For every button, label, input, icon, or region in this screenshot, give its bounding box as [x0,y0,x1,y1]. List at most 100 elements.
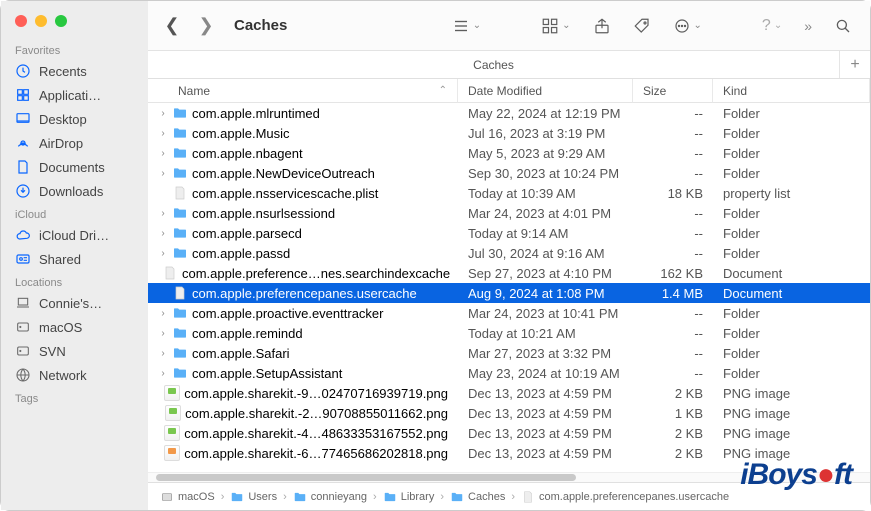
sidebar-item[interactable]: iCloud Dri… [1,223,148,247]
close-window-button[interactable] [15,15,27,27]
file-name: com.apple.Safari [192,346,290,361]
minimize-window-button[interactable] [35,15,47,27]
file-row[interactable]: com.apple.preference…nes.searchindexcach… [148,263,870,283]
path-segment[interactable]: com.apple.preferencepanes.usercache [521,490,729,504]
disclosure-icon[interactable]: › [158,208,168,219]
tab-bar: Caches + [148,51,870,79]
file-date: Dec 13, 2023 at 4:59 PM [458,426,633,441]
file-list[interactable]: ›com.apple.mlruntimed May 22, 2024 at 12… [148,103,870,482]
path-segment[interactable]: Library [383,490,435,504]
disclosure-icon[interactable]: › [158,248,168,259]
new-tab-button[interactable]: + [840,51,870,78]
file-row[interactable]: com.apple.sharekit.-2…90708855011662.png… [148,403,870,423]
file-row[interactable]: › com.apple.Safari Mar 27, 2023 at 3:32 P… [148,343,870,363]
file-date: Sep 30, 2023 at 10:24 PM [458,166,633,181]
file-row[interactable]: com.apple.sharekit.-6…77465686202818.png… [148,443,870,463]
file-row[interactable]: com.apple.preferencepanes.usercache Aug … [148,283,870,303]
column-header-kind[interactable]: Kind [713,79,870,103]
file-row[interactable]: ›com.apple.SetupAssistant May 23, 2024 a… [148,363,870,383]
disclosure-icon[interactable]: › [158,148,168,159]
file-kind: Folder [713,226,870,241]
sidebar-item[interactable]: macOS [1,315,148,339]
column-header-name[interactable]: Name⌃ [148,79,458,103]
file-row[interactable]: ›com.apple.passd Jul 30, 2024 at 9:16 AM… [148,243,870,263]
column-header-date[interactable]: Date Modified [458,79,633,103]
disclosure-icon[interactable]: › [158,308,168,319]
sidebar-item[interactable]: Desktop [1,107,148,131]
file-row[interactable]: ›com.apple.NewDeviceOutreach Sep 30, 202… [148,163,870,183]
view-mode-list-icon[interactable]: ⌄ [446,17,487,35]
sidebar-item[interactable]: Connie's… [1,291,148,315]
window-title: Caches [234,17,287,34]
file-name: com.apple.sharekit.-4…48633353167552.png [184,426,448,441]
maximize-window-button[interactable] [55,15,67,27]
sidebar-item[interactable]: Downloads [1,179,148,203]
file-row[interactable]: ›com.apple.mlruntimed May 22, 2024 at 12… [148,103,870,123]
png-icon [164,445,180,461]
file-row[interactable]: com.apple.sharekit.-9…02470716939719.png… [148,383,870,403]
file-row[interactable]: com.apple.nsservicescache.plist Today at… [148,183,870,203]
sidebar-item[interactable]: Network [1,363,148,387]
tab-caches[interactable]: Caches [148,51,840,78]
sidebar-item[interactable]: Applicati… [1,83,148,107]
png-icon [164,385,180,401]
path-segment[interactable]: macOS [160,490,215,504]
file-kind: PNG image [713,426,870,441]
sidebar-item[interactable]: Shared [1,247,148,271]
file-date: Today at 10:21 AM [458,326,633,341]
horizontal-scrollbar[interactable] [148,472,870,482]
file-name: com.apple.nsurlsessiond [192,206,335,221]
folder-icon [172,105,188,121]
search-icon[interactable] [828,17,858,35]
png-icon [165,405,181,421]
file-name: com.apple.Music [192,126,290,141]
disclosure-icon[interactable]: › [158,368,168,379]
disclosure-icon[interactable]: › [158,168,168,179]
folder-icon [172,325,188,341]
share-icon[interactable] [587,17,617,35]
path-bar[interactable]: macOS›Users›connieyang›Library›Caches›co… [148,482,870,510]
column-headers: Name⌃ Date Modified Size Kind [148,79,870,103]
file-date: Mar 27, 2023 at 3:32 PM [458,346,633,361]
sidebar-section-header: iCloud [1,203,148,223]
disclosure-icon[interactable]: › [158,328,168,339]
sidebar[interactable]: FavoritesRecentsApplicati…DesktopAirDrop… [1,1,148,510]
file-date: Sep 27, 2023 at 4:10 PM [458,266,633,281]
file-row[interactable]: ›com.apple.remindd Today at 10:21 AM -- … [148,323,870,343]
file-row[interactable]: ›com.apple.Music Jul 16, 2023 at 3:19 PM… [148,123,870,143]
path-segment[interactable]: connieyang [293,490,367,504]
disclosure-icon[interactable]: › [158,228,168,239]
sidebar-item[interactable]: AirDrop [1,131,148,155]
file-name: com.apple.mlruntimed [192,106,320,121]
forward-button[interactable]: ❯ [194,15,218,36]
file-size: -- [633,166,713,181]
column-header-size[interactable]: Size [633,79,713,103]
file-date: Aug 9, 2024 at 1:08 PM [458,286,633,301]
disclosure-icon[interactable]: › [158,348,168,359]
file-row[interactable]: ›com.apple.proactive.eventtracker Mar 24… [148,303,870,323]
sidebar-item[interactable]: SVN [1,339,148,363]
tags-icon[interactable] [627,17,657,35]
file-row[interactable]: com.apple.sharekit.-4…48633353167552.png… [148,423,870,443]
chevron-icon: › [221,491,225,503]
file-size: -- [633,346,713,361]
download-icon [15,183,31,199]
path-label: macOS [178,491,215,503]
file-row[interactable]: ›com.apple.nsurlsessiond Mar 24, 2023 at… [148,203,870,223]
sidebar-item[interactable]: Documents [1,155,148,179]
disclosure-icon[interactable]: › [158,108,168,119]
more-actions-icon[interactable]: ⌄ [667,17,708,35]
chevron-collapse-icon[interactable]: » [798,18,818,34]
file-kind: PNG image [713,386,870,401]
path-segment[interactable]: Users [230,490,277,504]
path-segment[interactable]: Caches [450,490,505,504]
sidebar-item-label: SVN [39,344,66,359]
file-row[interactable]: ›com.apple.nbagent May 5, 2023 at 9:29 A… [148,143,870,163]
file-row[interactable]: ›com.apple.parsecd Today at 9:14 AM -- F… [148,223,870,243]
sidebar-item[interactable]: Recents [1,59,148,83]
back-button[interactable]: ❮ [160,15,184,36]
disclosure-icon[interactable]: › [158,128,168,139]
group-by-icon[interactable]: ⌄ [535,17,576,35]
file-size: -- [633,206,713,221]
help-icon[interactable]: ?⌄ [756,17,788,35]
